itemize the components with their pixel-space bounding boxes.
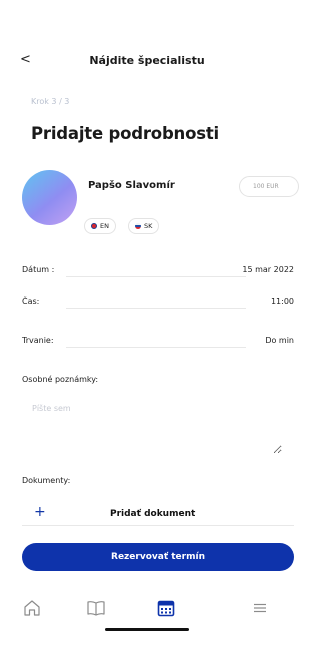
slovak-flag-icon bbox=[135, 222, 141, 229]
home-indicator bbox=[105, 628, 189, 631]
home-icon bbox=[24, 600, 40, 616]
tab-library[interactable] bbox=[86, 598, 110, 620]
add-document-label: Pridať dokument bbox=[110, 509, 196, 519]
time-row[interactable]: Čas: 11:00 bbox=[22, 297, 294, 311]
calendar-icon bbox=[157, 600, 175, 617]
book-appointment-button[interactable]: Rezervovať termín bbox=[22, 543, 294, 571]
book-icon bbox=[87, 601, 105, 616]
duration-label: Trvanie: bbox=[22, 336, 54, 345]
uk-flag-icon bbox=[91, 222, 97, 229]
language-badge-en: EN bbox=[84, 218, 116, 234]
time-label: Čas: bbox=[22, 297, 40, 306]
step-indicator: Krok 3 / 3 bbox=[31, 97, 70, 106]
price-badge: 100 EUR bbox=[239, 176, 299, 197]
avatar bbox=[22, 170, 77, 225]
section-heading: Pridajte podrobnosti bbox=[31, 124, 219, 143]
plus-icon: + bbox=[34, 504, 46, 520]
bottom-tab-bar bbox=[0, 590, 294, 626]
tab-calendar[interactable] bbox=[156, 598, 180, 620]
duration-value: Do min bbox=[265, 336, 294, 345]
notes-input[interactable] bbox=[22, 404, 282, 454]
add-document-button[interactable]: + Pridať dokument bbox=[22, 504, 294, 526]
divider bbox=[66, 308, 246, 309]
notes-label: Osobné poznámky: bbox=[22, 375, 99, 384]
language-label: SK bbox=[144, 222, 153, 230]
language-badge-sk: SK bbox=[128, 218, 160, 234]
date-row[interactable]: Dátum : 15 mar 2022 bbox=[22, 265, 294, 279]
language-label: EN bbox=[100, 222, 109, 230]
tab-menu[interactable] bbox=[250, 598, 274, 620]
date-value: 15 mar 2022 bbox=[242, 265, 294, 274]
time-value: 11:00 bbox=[270, 297, 294, 306]
divider bbox=[66, 276, 246, 277]
duration-row[interactable]: Trvanie: Do min bbox=[22, 336, 294, 350]
documents-label: Dokumenty: bbox=[22, 476, 71, 485]
tab-home[interactable] bbox=[22, 598, 46, 620]
menu-icon bbox=[254, 603, 266, 613]
date-label: Dátum : bbox=[22, 265, 55, 274]
page-title: Nájdite špecialistu bbox=[89, 54, 205, 67]
divider bbox=[66, 347, 246, 348]
top-bar: < Nájdite špecialistu bbox=[0, 50, 294, 74]
specialist-name: Papšo Slavomír bbox=[88, 180, 175, 191]
